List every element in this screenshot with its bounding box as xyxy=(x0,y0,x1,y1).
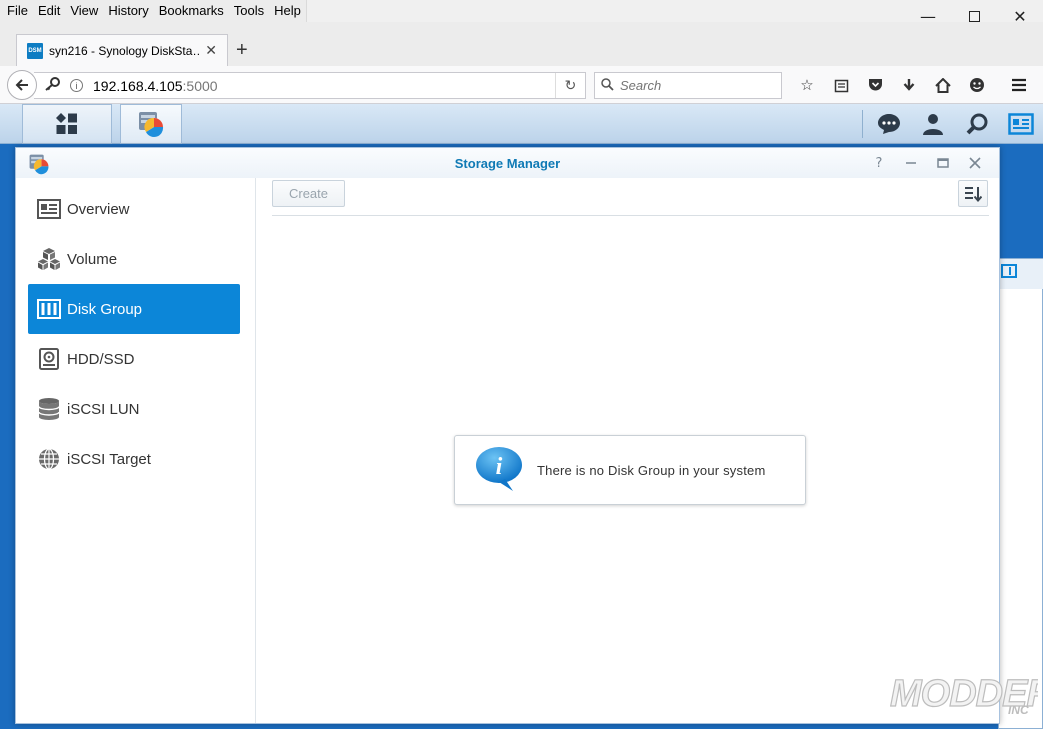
iscsi-target-icon xyxy=(37,447,61,471)
maximize-icon[interactable] xyxy=(927,152,959,174)
sidebar-item-hdd-ssd[interactable]: HDD/SSD xyxy=(28,334,240,384)
tab-strip: DSM syn216 - Synology DiskSta… ✕ + xyxy=(0,22,1043,66)
dsm-favicon-icon: DSM xyxy=(27,42,43,59)
main-content: Create i There is no Disk Group in your … xyxy=(257,178,999,723)
info-icon[interactable]: i xyxy=(70,79,83,92)
key-icon[interactable] xyxy=(44,77,60,94)
widgets-icon[interactable] xyxy=(999,104,1043,144)
disk-group-icon xyxy=(37,297,61,321)
menu-file[interactable]: File xyxy=(2,0,33,22)
volume-icon xyxy=(37,247,61,271)
svg-text:INC: INC xyxy=(1008,703,1029,717)
create-button[interactable]: Create xyxy=(272,180,345,207)
window-title: Storage Manager xyxy=(454,156,561,171)
home-icon[interactable] xyxy=(926,73,960,97)
dsm-taskbar xyxy=(0,104,1043,144)
menu-tools[interactable]: Tools xyxy=(229,0,269,22)
storage-manager-app-icon xyxy=(139,112,164,137)
background-widget-window xyxy=(998,258,1043,729)
sidebar-item-iscsi-target[interactable]: iSCSI Target xyxy=(28,434,240,484)
dsm-taskbar-right xyxy=(858,104,1043,144)
toolbar-icons: ☆ xyxy=(790,73,1036,97)
sort-icon xyxy=(965,186,982,202)
sidebar-item-overview[interactable]: Overview xyxy=(28,184,240,234)
sidebar-item-label: iSCSI Target xyxy=(67,450,151,468)
iscsi-lun-icon xyxy=(37,397,61,421)
help-icon[interactable]: ? xyxy=(863,152,895,174)
navigation-bar: i 192.168.4.105:5000 ↻ ☆ xyxy=(0,66,1043,104)
storage-manager-taskbar-button[interactable] xyxy=(120,104,182,144)
sidebar-item-label: Overview xyxy=(67,200,130,218)
pocket-icon[interactable] xyxy=(858,73,892,97)
overview-icon xyxy=(37,197,61,221)
reading-list-icon[interactable] xyxy=(824,73,858,97)
minimize-icon[interactable] xyxy=(895,152,927,174)
sort-button[interactable] xyxy=(958,180,988,207)
menu-view[interactable]: View xyxy=(65,0,103,22)
modders-inc-watermark: MODDERS INC xyxy=(889,668,1043,721)
hdd-icon xyxy=(37,347,61,371)
search-icon xyxy=(601,77,614,94)
storage-manager-window: Storage Manager ? Overview Volume Disk G… xyxy=(15,147,1000,724)
search-input[interactable] xyxy=(620,78,770,93)
url-port: :5000 xyxy=(182,77,218,94)
smiley-icon[interactable] xyxy=(960,73,994,97)
info-bubble-icon: i xyxy=(475,446,525,495)
menu-list: File Edit View History Bookmarks Tools H… xyxy=(0,0,307,22)
chat-icon[interactable] xyxy=(867,104,911,144)
back-button[interactable] xyxy=(7,70,37,100)
search-icon[interactable] xyxy=(955,104,999,144)
search-box[interactable] xyxy=(594,72,782,99)
sidebar-item-label: Disk Group xyxy=(67,300,143,318)
taskbar-separator xyxy=(862,110,863,138)
sidebar: Overview Volume Disk Group HDD/SSD iSCSI… xyxy=(16,178,256,723)
svg-text:i: i xyxy=(496,454,503,480)
sidebar-item-label: Volume xyxy=(67,250,118,268)
browser-menubar: File Edit View History Bookmarks Tools H… xyxy=(0,0,1043,22)
hamburger-menu-icon[interactable] xyxy=(1002,73,1036,97)
empty-state-message: i There is no Disk Group in your system xyxy=(454,435,806,505)
toolbar-divider xyxy=(272,215,989,216)
main-menu-icon xyxy=(56,113,77,134)
sidebar-item-iscsi-lun[interactable]: iSCSI LUN xyxy=(28,384,240,434)
sidebar-item-label: HDD/SSD xyxy=(67,350,135,368)
url-host: 192.168.4.105 xyxy=(93,77,183,94)
url-text[interactable]: 192.168.4.105:5000 xyxy=(93,78,555,94)
window-titlebar[interactable]: Storage Manager ? xyxy=(16,148,999,178)
main-menu-button[interactable] xyxy=(22,104,112,144)
new-tab-icon[interactable]: + xyxy=(236,39,248,62)
tab-close-icon[interactable]: ✕ xyxy=(205,42,217,59)
menu-bookmarks[interactable]: Bookmarks xyxy=(154,0,229,22)
sidebar-item-label: iSCSI LUN xyxy=(67,400,140,418)
menu-edit[interactable]: Edit xyxy=(33,0,65,22)
user-icon[interactable] xyxy=(911,104,955,144)
window-title-controls: ? xyxy=(863,152,991,174)
widget-panel-icon xyxy=(999,259,1043,289)
browser-tab[interactable]: DSM syn216 - Synology DiskSta… ✕ xyxy=(16,34,228,66)
bookmark-star-icon[interactable]: ☆ xyxy=(790,73,824,97)
sidebar-item-volume[interactable]: Volume xyxy=(28,234,240,284)
tab-title: syn216 - Synology DiskSta… xyxy=(49,43,200,58)
url-bar[interactable]: i 192.168.4.105:5000 ↻ xyxy=(34,72,586,99)
downloads-icon[interactable] xyxy=(892,73,926,97)
sidebar-item-disk-group[interactable]: Disk Group xyxy=(28,284,240,334)
menu-help[interactable]: Help xyxy=(269,0,306,22)
close-icon[interactable] xyxy=(959,152,991,174)
back-arrow-icon xyxy=(15,79,28,91)
reload-icon[interactable]: ↻ xyxy=(555,73,585,98)
empty-state-text: There is no Disk Group in your system xyxy=(537,462,766,478)
menu-history[interactable]: History xyxy=(103,0,153,22)
